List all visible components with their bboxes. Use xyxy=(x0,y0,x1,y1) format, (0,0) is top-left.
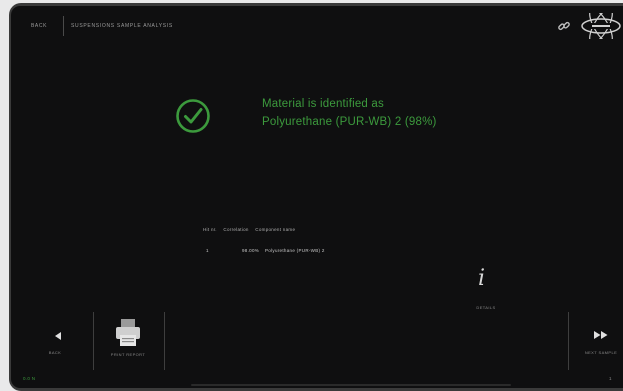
details-button[interactable]: i DETAILS xyxy=(466,266,506,316)
brand-logo xyxy=(581,13,621,39)
cell-component-name: Polyurethane (PUR-WB) 2 xyxy=(265,248,325,253)
result-line-1: Material is identified as xyxy=(262,98,384,110)
back-label: BACK xyxy=(48,350,62,355)
arrow-left-icon xyxy=(55,332,61,340)
printer-icon xyxy=(116,319,140,346)
link-icon[interactable] xyxy=(557,19,571,33)
status-right: 1 xyxy=(609,376,612,381)
column-correlation: Correlation xyxy=(223,227,249,232)
status-indicator: 0.0 N xyxy=(23,376,36,381)
scrollbar[interactable] xyxy=(191,384,511,386)
cell-correlation: 98.00% xyxy=(242,248,260,253)
back-button[interactable]: BACK xyxy=(41,326,81,366)
top-back-link[interactable]: BACK xyxy=(31,23,47,29)
divider xyxy=(93,312,94,370)
column-hit-nr: Hit nr. xyxy=(203,227,217,232)
results-table-header: Hit nr. Correlation Component name xyxy=(203,227,300,232)
details-label: DETAILS xyxy=(476,305,496,310)
fast-forward-icon xyxy=(594,331,608,339)
top-bar: BACK SUSPENSIONS SAMPLE ANALYSIS xyxy=(11,6,623,46)
app-screen: BACK SUSPENSIONS SAMPLE ANALYSIS Materia… xyxy=(11,6,623,388)
breadcrumb: SUSPENSIONS SAMPLE ANALYSIS xyxy=(71,23,173,29)
identification-result: Material is identified as Polyurethane (… xyxy=(262,95,437,131)
divider xyxy=(164,312,165,370)
column-component-name: Component name xyxy=(255,227,296,232)
divider xyxy=(63,16,64,36)
info-icon: i xyxy=(478,266,486,291)
print-report-button[interactable]: PRINT REPORT xyxy=(103,316,153,364)
divider xyxy=(568,312,569,370)
cell-hit: 1 xyxy=(206,248,209,253)
result-line-2: Polyurethane (PUR-WB) 2 (98%) xyxy=(262,116,437,128)
print-report-label: PRINT REPORT xyxy=(110,352,146,357)
check-circle-icon xyxy=(176,99,210,133)
next-sample-label: NEXT SAMPLE xyxy=(584,350,618,355)
next-sample-button[interactable]: NEXT SAMPLE xyxy=(579,324,623,366)
